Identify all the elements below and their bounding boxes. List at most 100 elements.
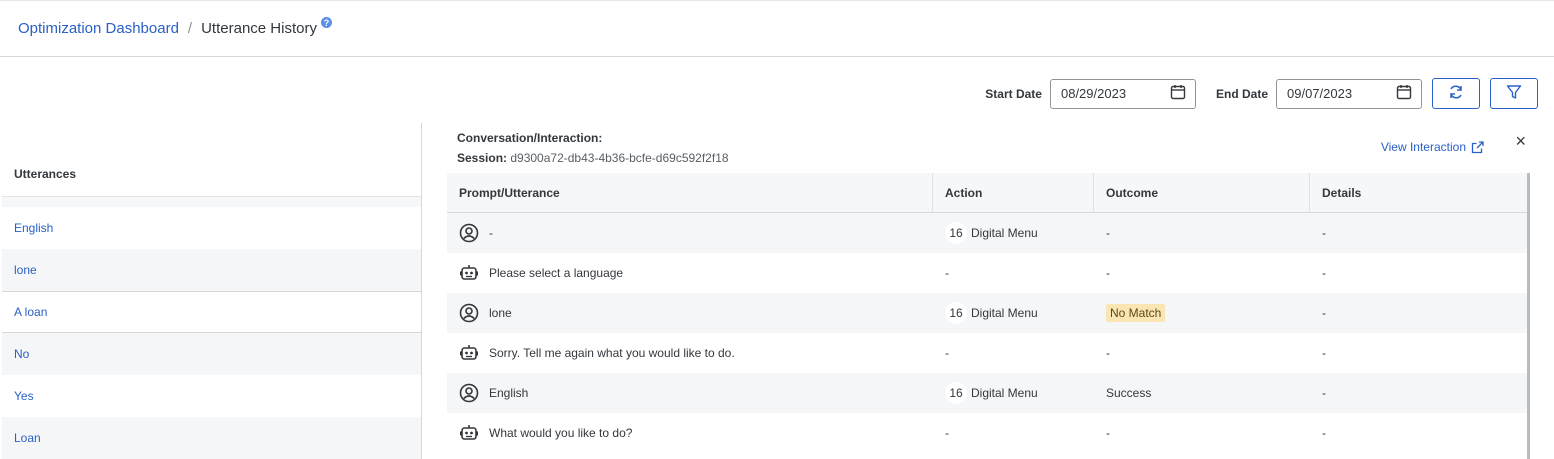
view-interaction-link[interactable]: View Interaction	[1381, 140, 1484, 154]
breadcrumb-separator: /	[187, 20, 193, 37]
utterance-item-loan[interactable]: Loan	[2, 417, 421, 459]
prompt-cell: -	[447, 213, 933, 253]
column-header-outcome[interactable]: Outcome	[1094, 173, 1310, 212]
prompt-cell: English	[447, 373, 933, 413]
utterance-item-yes[interactable]: Yes	[2, 375, 421, 417]
utterance-list-panel: Utterances English lone A loan No Yes Lo…	[2, 123, 422, 459]
action-cell: 16 Digital Menu	[933, 373, 1094, 413]
breadcrumb-optimization-dashboard[interactable]: Optimization Dashboard	[18, 20, 179, 37]
session-label: Session:	[457, 151, 508, 165]
action-name: -	[945, 426, 949, 440]
refresh-button[interactable]	[1432, 78, 1480, 109]
outcome-value: -	[1106, 426, 1110, 440]
prompt-cell: Sorry. Tell me again what you would like…	[447, 333, 933, 373]
table-row[interactable]: Sorry. Tell me again what you would like…	[447, 333, 1529, 373]
prompt-text: -	[489, 226, 493, 240]
action-cell: 16 Digital Menu	[933, 213, 1094, 253]
start-date-label: Start Date	[985, 86, 1042, 101]
action-name: Digital Menu	[971, 226, 1038, 240]
utterance-item-english[interactable]: English	[2, 207, 421, 249]
table-row[interactable]: - 16 Digital Menu - -	[447, 213, 1529, 253]
page-title: Utterance History	[201, 20, 317, 37]
calendar-icon[interactable]	[1170, 84, 1186, 103]
outcome-cell: -	[1094, 213, 1310, 253]
outcome-value: No Match	[1106, 304, 1166, 322]
help-icon[interactable]: ?	[320, 17, 332, 28]
date-filters: Start Date End Date	[985, 78, 1538, 109]
outcome-cell: Success	[1094, 373, 1310, 413]
conversation-table: Prompt/Utterance Action Outcome Details …	[447, 173, 1529, 453]
view-interaction-label: View Interaction	[1380, 140, 1466, 154]
table-row[interactable]: lone 16 Digital Menu No Match -	[447, 293, 1529, 333]
outcome-cell: -	[1094, 333, 1310, 373]
end-date-label: End Date	[1215, 86, 1268, 101]
external-link-icon	[1471, 140, 1484, 154]
prompt-text: Sorry. Tell me again what you would like…	[489, 346, 735, 360]
conversation-title: Conversation/Interaction:	[457, 131, 603, 145]
utterances-header: Utterances	[2, 123, 421, 197]
prompt-text: What would you like to do?	[489, 426, 633, 440]
action-count-badge: 16	[945, 302, 967, 324]
action-name: -	[945, 346, 949, 360]
outcome-cell: -	[1094, 413, 1310, 453]
prompt-text: English	[489, 386, 529, 400]
details-value: -	[1322, 346, 1326, 360]
details-cell: -	[1310, 293, 1529, 333]
action-cell: -	[933, 253, 1094, 293]
table-row[interactable]: Please select a language - - -	[447, 253, 1529, 293]
close-icon[interactable]: ×	[1515, 131, 1526, 152]
action-cell: -	[933, 413, 1094, 453]
details-value: -	[1322, 306, 1326, 320]
start-date-field[interactable]	[1049, 78, 1196, 109]
outcome-value: -	[1106, 266, 1110, 280]
user-icon	[459, 223, 479, 243]
utterance-item-lone[interactable]: lone	[2, 249, 421, 291]
action-cell: -	[933, 333, 1094, 373]
outcome-value: -	[1106, 226, 1110, 240]
details-cell: -	[1310, 333, 1529, 373]
prompt-cell: lone	[447, 293, 933, 333]
prompt-cell: What would you like to do?	[447, 413, 933, 453]
session-info: Session: d9300a72-db43-4b36-bcfe-d69c592…	[457, 151, 729, 165]
utterance-item-no[interactable]: No	[2, 333, 421, 375]
column-header-action[interactable]: Action	[933, 173, 1094, 212]
outcome-cell: -	[1094, 253, 1310, 293]
utterance-item-a-loan[interactable]: A loan	[2, 291, 421, 333]
refresh-icon	[1448, 84, 1464, 103]
details-cell: -	[1310, 253, 1529, 293]
details-value: -	[1322, 426, 1326, 440]
details-value: -	[1322, 226, 1326, 240]
breadcrumb: Optimization Dashboard / Utterance Histo…	[18, 17, 332, 37]
end-date-field[interactable]	[1276, 78, 1422, 109]
action-name: -	[945, 266, 949, 280]
end-date-input[interactable]	[1287, 86, 1387, 101]
outcome-value: Success	[1106, 386, 1152, 400]
action-name: Digital Menu	[971, 306, 1038, 320]
table-row[interactable]: What would you like to do? - - -	[447, 413, 1529, 453]
outcome-cell: No Match	[1094, 293, 1310, 333]
filter-button[interactable]	[1490, 78, 1538, 109]
action-count-badge: 16	[945, 382, 967, 404]
prompt-text: lone	[489, 306, 512, 320]
start-date-input[interactable]	[1060, 86, 1161, 101]
details-cell: -	[1310, 373, 1529, 413]
action-count-badge: 16	[945, 222, 967, 244]
column-header-details[interactable]: Details	[1310, 173, 1529, 212]
prompt-text: Please select a language	[489, 266, 624, 280]
column-header-prompt[interactable]: Prompt/Utterance	[447, 173, 933, 212]
user-icon	[459, 303, 479, 323]
action-cell: 16 Digital Menu	[933, 293, 1094, 333]
action-name: Digital Menu	[971, 386, 1038, 400]
user-icon	[459, 383, 479, 403]
bot-icon	[459, 343, 479, 363]
details-cell: -	[1310, 413, 1529, 453]
outcome-value: -	[1106, 346, 1110, 360]
details-value: -	[1322, 266, 1326, 280]
details-value: -	[1322, 386, 1326, 400]
table-scrollbar[interactable]	[1527, 173, 1530, 459]
bot-icon	[459, 423, 479, 443]
top-bar: Optimization Dashboard / Utterance Histo…	[0, 0, 1554, 57]
calendar-icon[interactable]	[1396, 84, 1412, 103]
details-cell: -	[1310, 213, 1529, 253]
table-row[interactable]: English 16 Digital Menu Success -	[447, 373, 1529, 413]
